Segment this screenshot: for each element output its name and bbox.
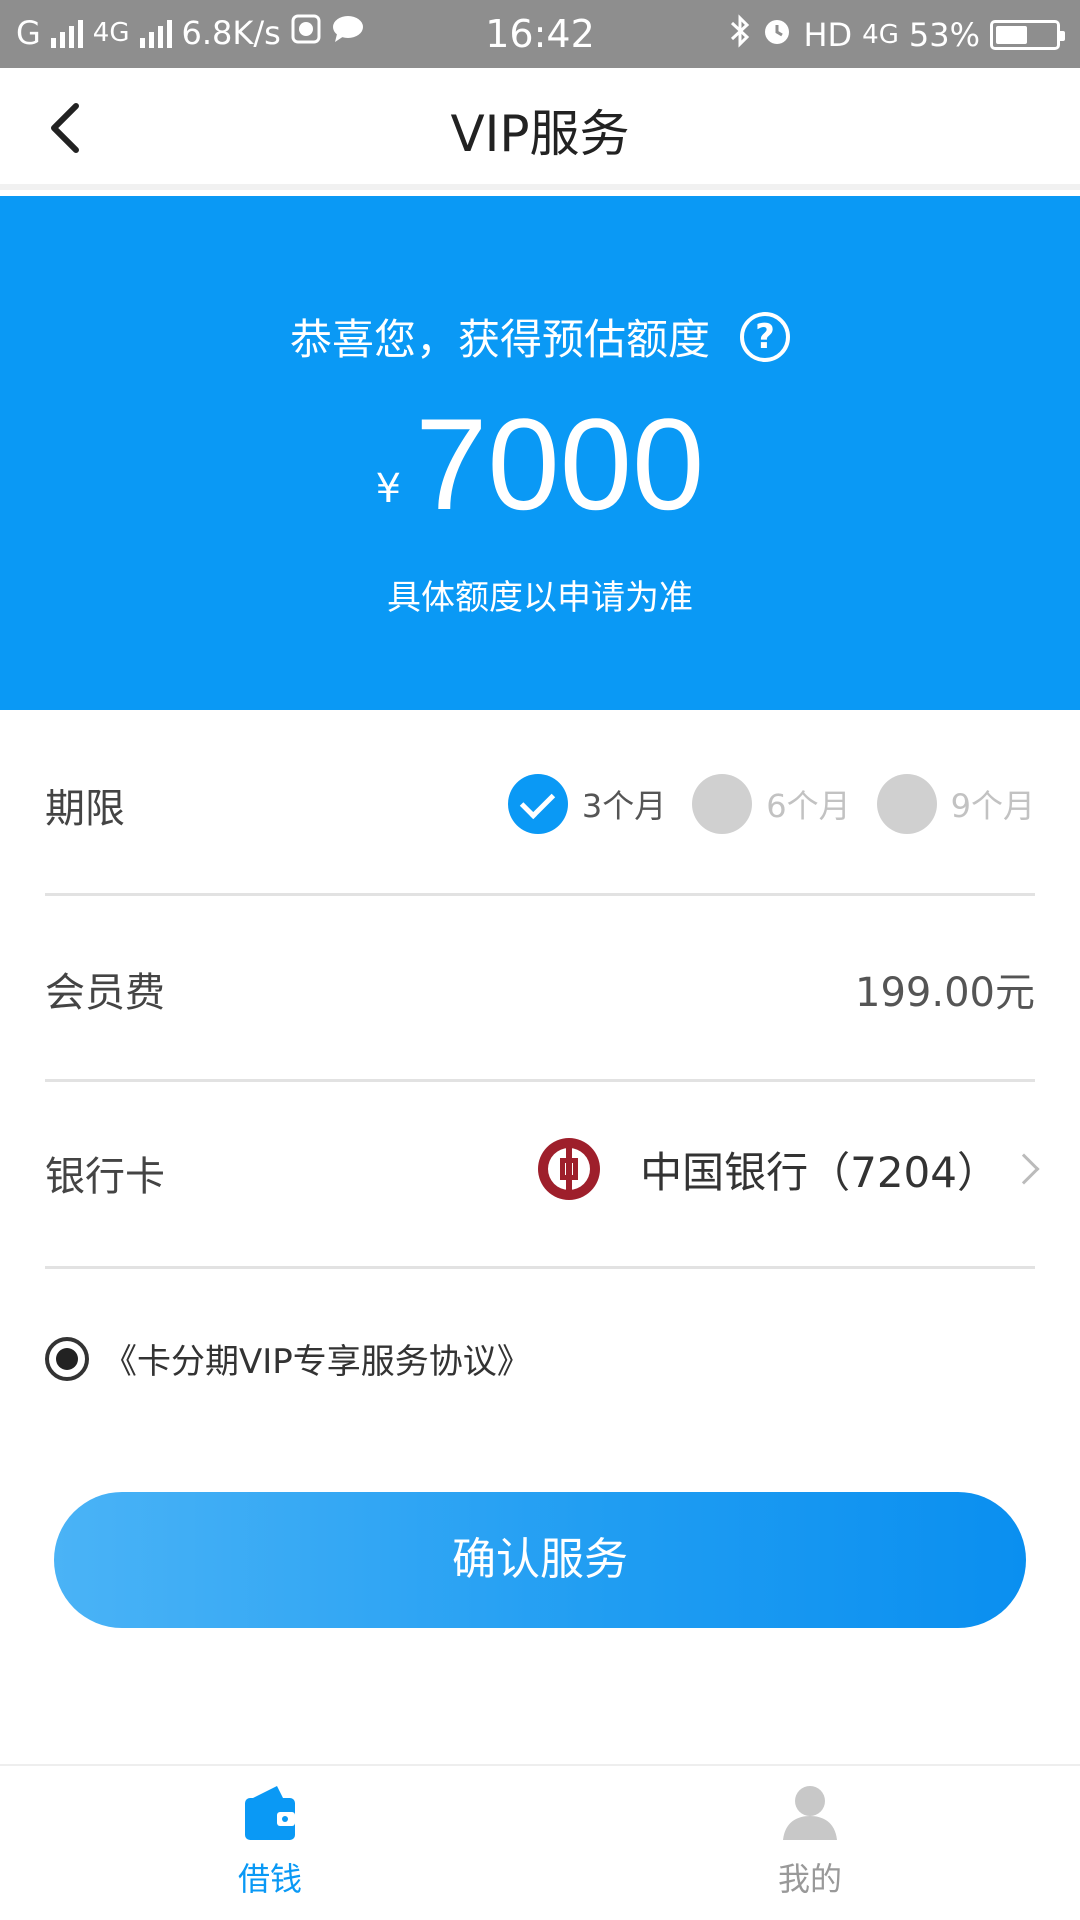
bank-name: 中国银行（7204） bbox=[640, 1147, 999, 1197]
bank-row[interactable]: 银行卡 中国银行（7204） bbox=[45, 1138, 1040, 1208]
hero-title: 恭喜您，获得预估额度 bbox=[289, 315, 710, 364]
unchecked-circle-icon bbox=[692, 774, 753, 834]
network-type: 4G bbox=[862, 20, 899, 50]
divider bbox=[45, 1079, 1035, 1082]
credit-amount: 7000 bbox=[415, 391, 705, 537]
help-icon[interactable]: ? bbox=[740, 311, 790, 362]
wallet-icon bbox=[245, 1786, 295, 1840]
bank-selector[interactable]: 中国银行（7204） bbox=[538, 1138, 1040, 1200]
term-option-label: 6个月 bbox=[766, 787, 851, 825]
page-title: VIP服务 bbox=[450, 105, 630, 163]
status-bar: G 4G 6.8K/s 16:42 HD 4G 53% bbox=[0, 0, 1080, 68]
agreement-radio[interactable] bbox=[45, 1336, 89, 1381]
divider bbox=[45, 893, 1035, 896]
agreement-link[interactable]: 《卡分期VIP专享服务协议》 bbox=[103, 1334, 531, 1383]
tab-mine-label: 我的 bbox=[777, 1860, 842, 1898]
tab-mine[interactable]: 我的 bbox=[710, 1784, 910, 1900]
term-option-6[interactable]: 6个月 bbox=[692, 774, 851, 834]
hero-title-row: 恭喜您，获得预估额度 ? bbox=[0, 306, 1080, 367]
agreement-row: 《卡分期VIP专享服务协议》 bbox=[45, 1334, 531, 1383]
nav-bar: VIP服务 bbox=[0, 68, 1080, 190]
term-option-label: 3个月 bbox=[581, 787, 667, 825]
bluetooth-icon bbox=[729, 14, 751, 56]
unchecked-circle-icon bbox=[876, 774, 937, 834]
confirm-service-button[interactable]: 确认服务 bbox=[54, 1492, 1026, 1628]
battery-icon bbox=[990, 20, 1065, 50]
alarm-icon bbox=[761, 15, 793, 55]
battery-percent: 53% bbox=[908, 16, 980, 54]
status-bar-right: HD 4G 53% bbox=[729, 14, 1065, 56]
term-options: 3个月 6个月 9个月 bbox=[507, 774, 1035, 834]
bank-of-china-logo-icon bbox=[538, 1138, 601, 1200]
term-option-9[interactable]: 9个月 bbox=[876, 774, 1035, 834]
hero-note: 具体额度以申请为准 bbox=[387, 578, 693, 618]
currency-symbol: ¥ bbox=[375, 466, 402, 512]
credit-hero: 恭喜您，获得预估额度 ? ¥ 7000 具体额度以申请为准 bbox=[0, 196, 1080, 710]
tab-loan-label: 借钱 bbox=[237, 1860, 302, 1898]
hd-label: HD bbox=[803, 16, 853, 54]
person-icon bbox=[783, 1786, 837, 1840]
fee-value: 199.00元 bbox=[855, 970, 1035, 1016]
amount-row: ¥ 7000 bbox=[0, 394, 1080, 534]
divider bbox=[45, 1266, 1035, 1269]
fee-label: 会员费 bbox=[45, 970, 165, 1016]
fee-row: 会员费 199.00元 bbox=[45, 960, 1035, 1020]
term-option-label: 9个月 bbox=[950, 787, 1035, 825]
term-option-3[interactable]: 3个月 bbox=[507, 774, 667, 834]
term-row: 期限 3个月 6个月 9个月 bbox=[45, 774, 1035, 838]
chevron-right-icon bbox=[1008, 1153, 1040, 1185]
check-icon bbox=[507, 774, 568, 834]
term-label: 期限 bbox=[45, 786, 125, 832]
bank-label: 银行卡 bbox=[45, 1154, 165, 1200]
tab-bar: 借钱 我的 bbox=[0, 1764, 1080, 1920]
tab-loan[interactable]: 借钱 bbox=[170, 1784, 370, 1900]
